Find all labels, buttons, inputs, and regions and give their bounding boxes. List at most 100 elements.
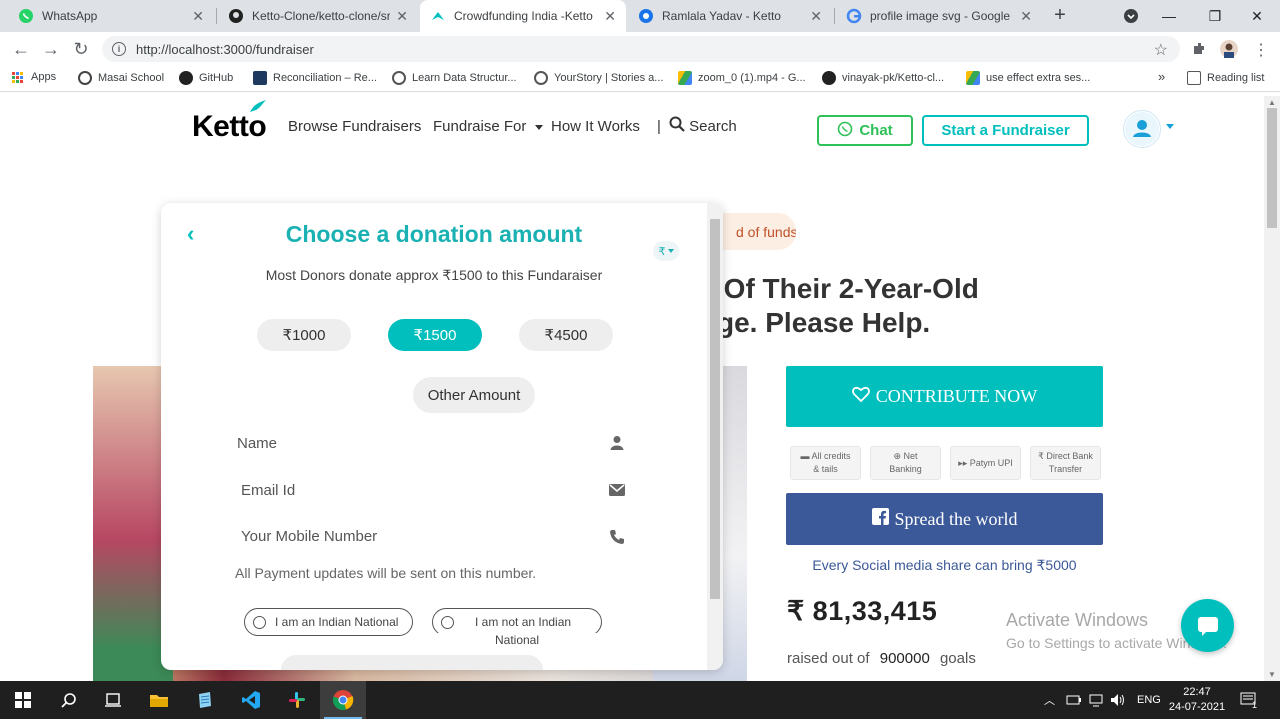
amount-option-4500[interactable]: ₹4500 (519, 319, 613, 351)
radio-circle[interactable] (441, 616, 454, 629)
reading-list[interactable]: Reading list (1187, 71, 1264, 85)
bookmark-star-icon[interactable]: ☆ (1154, 40, 1168, 60)
extensions-icon[interactable] (1190, 40, 1208, 58)
slack-icon[interactable] (274, 681, 320, 719)
bookmark-label: vinayak-pk/Ketto-cl... (842, 72, 945, 84)
bookmark-learn-ds[interactable]: Learn Data Structur... (392, 71, 517, 85)
more-bookmarks-icon[interactable]: » (1158, 69, 1165, 84)
reload-icon[interactable]: ↻ (70, 38, 92, 60)
spread-label: Spread the world (894, 508, 1018, 529)
nav-fundraise-for[interactable]: Fundraise For (433, 118, 543, 135)
vscode-icon[interactable] (228, 681, 274, 719)
tab-title: WhatsApp (42, 9, 98, 23)
close-tab-icon[interactable]: ✕ (192, 8, 204, 25)
tab-github[interactable]: Ketto-Clone/ketto-clone/src/ ✕ (218, 0, 418, 32)
close-tab-icon[interactable]: ✕ (1020, 8, 1032, 25)
bookmark-zoom[interactable]: zoom_0 (1).mp4 - G... (678, 71, 806, 85)
tab-divider (834, 8, 835, 24)
volume-icon[interactable] (1110, 681, 1126, 719)
tab-title: Crowdfunding India -Ketto (454, 9, 593, 23)
chat-fab-button[interactable] (1181, 599, 1234, 652)
radio-indian-national[interactable]: I am an Indian National (244, 608, 413, 636)
browser-tab-bar: WhatsApp ✕ Ketto-Clone/ketto-clone/src/ … (0, 0, 1280, 32)
windows-start-icon[interactable] (0, 681, 46, 719)
close-tab-icon[interactable]: ✕ (810, 8, 822, 25)
scroll-down-icon[interactable]: ▼ (1268, 670, 1276, 679)
raised-prefix: raised out of (787, 650, 870, 667)
tab-google[interactable]: profile image svg - Google Se ✕ (836, 0, 1042, 32)
phone-icon (609, 529, 625, 545)
task-view-icon[interactable] (90, 681, 136, 719)
profile-avatar-icon[interactable] (1220, 40, 1238, 58)
bookmark-useeffect[interactable]: use effect extra ses... (966, 71, 1090, 85)
nav-separator: | (657, 118, 661, 135)
search-icon[interactable] (46, 681, 92, 719)
radio-not-indian[interactable]: I am not an Indian National (432, 608, 602, 647)
bookmark-reconciliation[interactable]: Reconciliation – Re... (253, 71, 377, 85)
amount-option-1000[interactable]: ₹1000 (257, 319, 351, 351)
github-icon (179, 71, 193, 85)
nav-browse-fundraisers[interactable]: Browse Fundraisers (288, 118, 421, 135)
network-icon[interactable] (1088, 681, 1104, 719)
page-scrollbar[interactable]: ▲ ▼ (1264, 96, 1280, 681)
mobile-field[interactable]: Your Mobile Number (231, 521, 631, 551)
bookmark-masai[interactable]: Masai School (78, 71, 164, 85)
contribute-now-button[interactable]: CONTRIBUTE NOW (786, 366, 1103, 427)
tab-whatsapp[interactable]: WhatsApp ✕ (8, 0, 214, 32)
ketto-icon (430, 8, 446, 24)
payment-chip-upi: ▸▸ Patym UPI (950, 446, 1021, 480)
back-icon[interactable]: ← (10, 38, 32, 60)
radio-label: I am an Indian National (275, 615, 399, 629)
nav-search[interactable]: Search (669, 116, 737, 135)
avatar-caret-icon[interactable] (1166, 124, 1174, 129)
bird-icon (248, 98, 268, 119)
name-field[interactable]: Name (231, 428, 631, 458)
modal-scrollbar[interactable] (707, 203, 723, 670)
bookmark-label: zoom_0 (1).mp4 - G... (698, 72, 806, 84)
currency-selector[interactable]: ₹ (653, 241, 679, 261)
minimize-icon[interactable]: — (1146, 0, 1192, 32)
language-indicator[interactable]: ENG (1137, 681, 1161, 719)
spread-the-word-button[interactable]: Spread the world (786, 493, 1103, 545)
scroll-up-icon[interactable]: ▲ (1268, 98, 1276, 107)
tab-ramlala[interactable]: Ramlala Yadav - Ketto ✕ (628, 0, 832, 32)
user-avatar[interactable] (1123, 110, 1161, 148)
close-window-icon[interactable]: ✕ (1234, 0, 1280, 32)
modal-scroll-thumb[interactable] (710, 219, 720, 599)
chat-button[interactable]: Chat (817, 115, 913, 146)
chrome-icon[interactable] (320, 681, 366, 719)
bookmark-github[interactable]: GitHub (179, 71, 233, 85)
battery-icon[interactable] (1066, 681, 1082, 719)
taskbar-clock[interactable]: 22:47 24-07-2021 (1166, 685, 1228, 715)
notification-count: 1 (1252, 700, 1258, 710)
start-fundraiser-button[interactable]: Start a Fundraiser (922, 115, 1089, 146)
email-field[interactable]: Email Id (231, 475, 631, 505)
close-tab-icon[interactable]: ✕ (604, 8, 616, 25)
notifications-icon[interactable]: 1 (1240, 681, 1257, 719)
other-amount-button[interactable]: Other Amount (413, 377, 535, 413)
search-icon (669, 116, 689, 135)
site-info-icon[interactable]: i (112, 42, 126, 56)
file-explorer-icon[interactable] (136, 681, 182, 719)
tab-title: Ketto-Clone/ketto-clone/src/ (252, 9, 391, 23)
url-bar[interactable]: i http://localhost:3000/fundraiser ☆ (102, 36, 1180, 62)
bookmark-apps[interactable]: Apps (12, 71, 56, 83)
amount-option-1500[interactable]: ₹1500 (388, 319, 482, 351)
radio-circle[interactable] (253, 616, 266, 629)
payment-chip-cards: ▬ All credits & tails (790, 446, 861, 480)
new-tab-button[interactable]: + (1048, 4, 1072, 27)
payment-chip-netbanking: ⊕ Net Banking (870, 446, 941, 480)
nav-how-it-works[interactable]: How It Works (551, 118, 640, 135)
notepad-icon[interactable] (182, 681, 228, 719)
nav-fundraise-for-label: Fundraise For (433, 118, 527, 135)
page-scroll-thumb[interactable] (1267, 108, 1277, 228)
bookmark-yourstory[interactable]: YourStory | Stories a... (534, 71, 663, 85)
bookmark-vinayak[interactable]: vinayak-pk/Ketto-cl... (822, 71, 944, 85)
menu-kebab-icon[interactable]: ⋮ (1252, 40, 1270, 59)
restore-icon[interactable]: ❐ (1192, 0, 1238, 32)
forward-icon[interactable]: → (40, 38, 62, 60)
tray-chevron-icon[interactable]: ︿ (1044, 681, 1055, 719)
tab-ketto-active[interactable]: Crowdfunding India -Ketto ✕ (420, 0, 626, 32)
ketto-logo[interactable]: Ketto (192, 100, 267, 144)
close-tab-icon[interactable]: ✕ (396, 8, 408, 25)
